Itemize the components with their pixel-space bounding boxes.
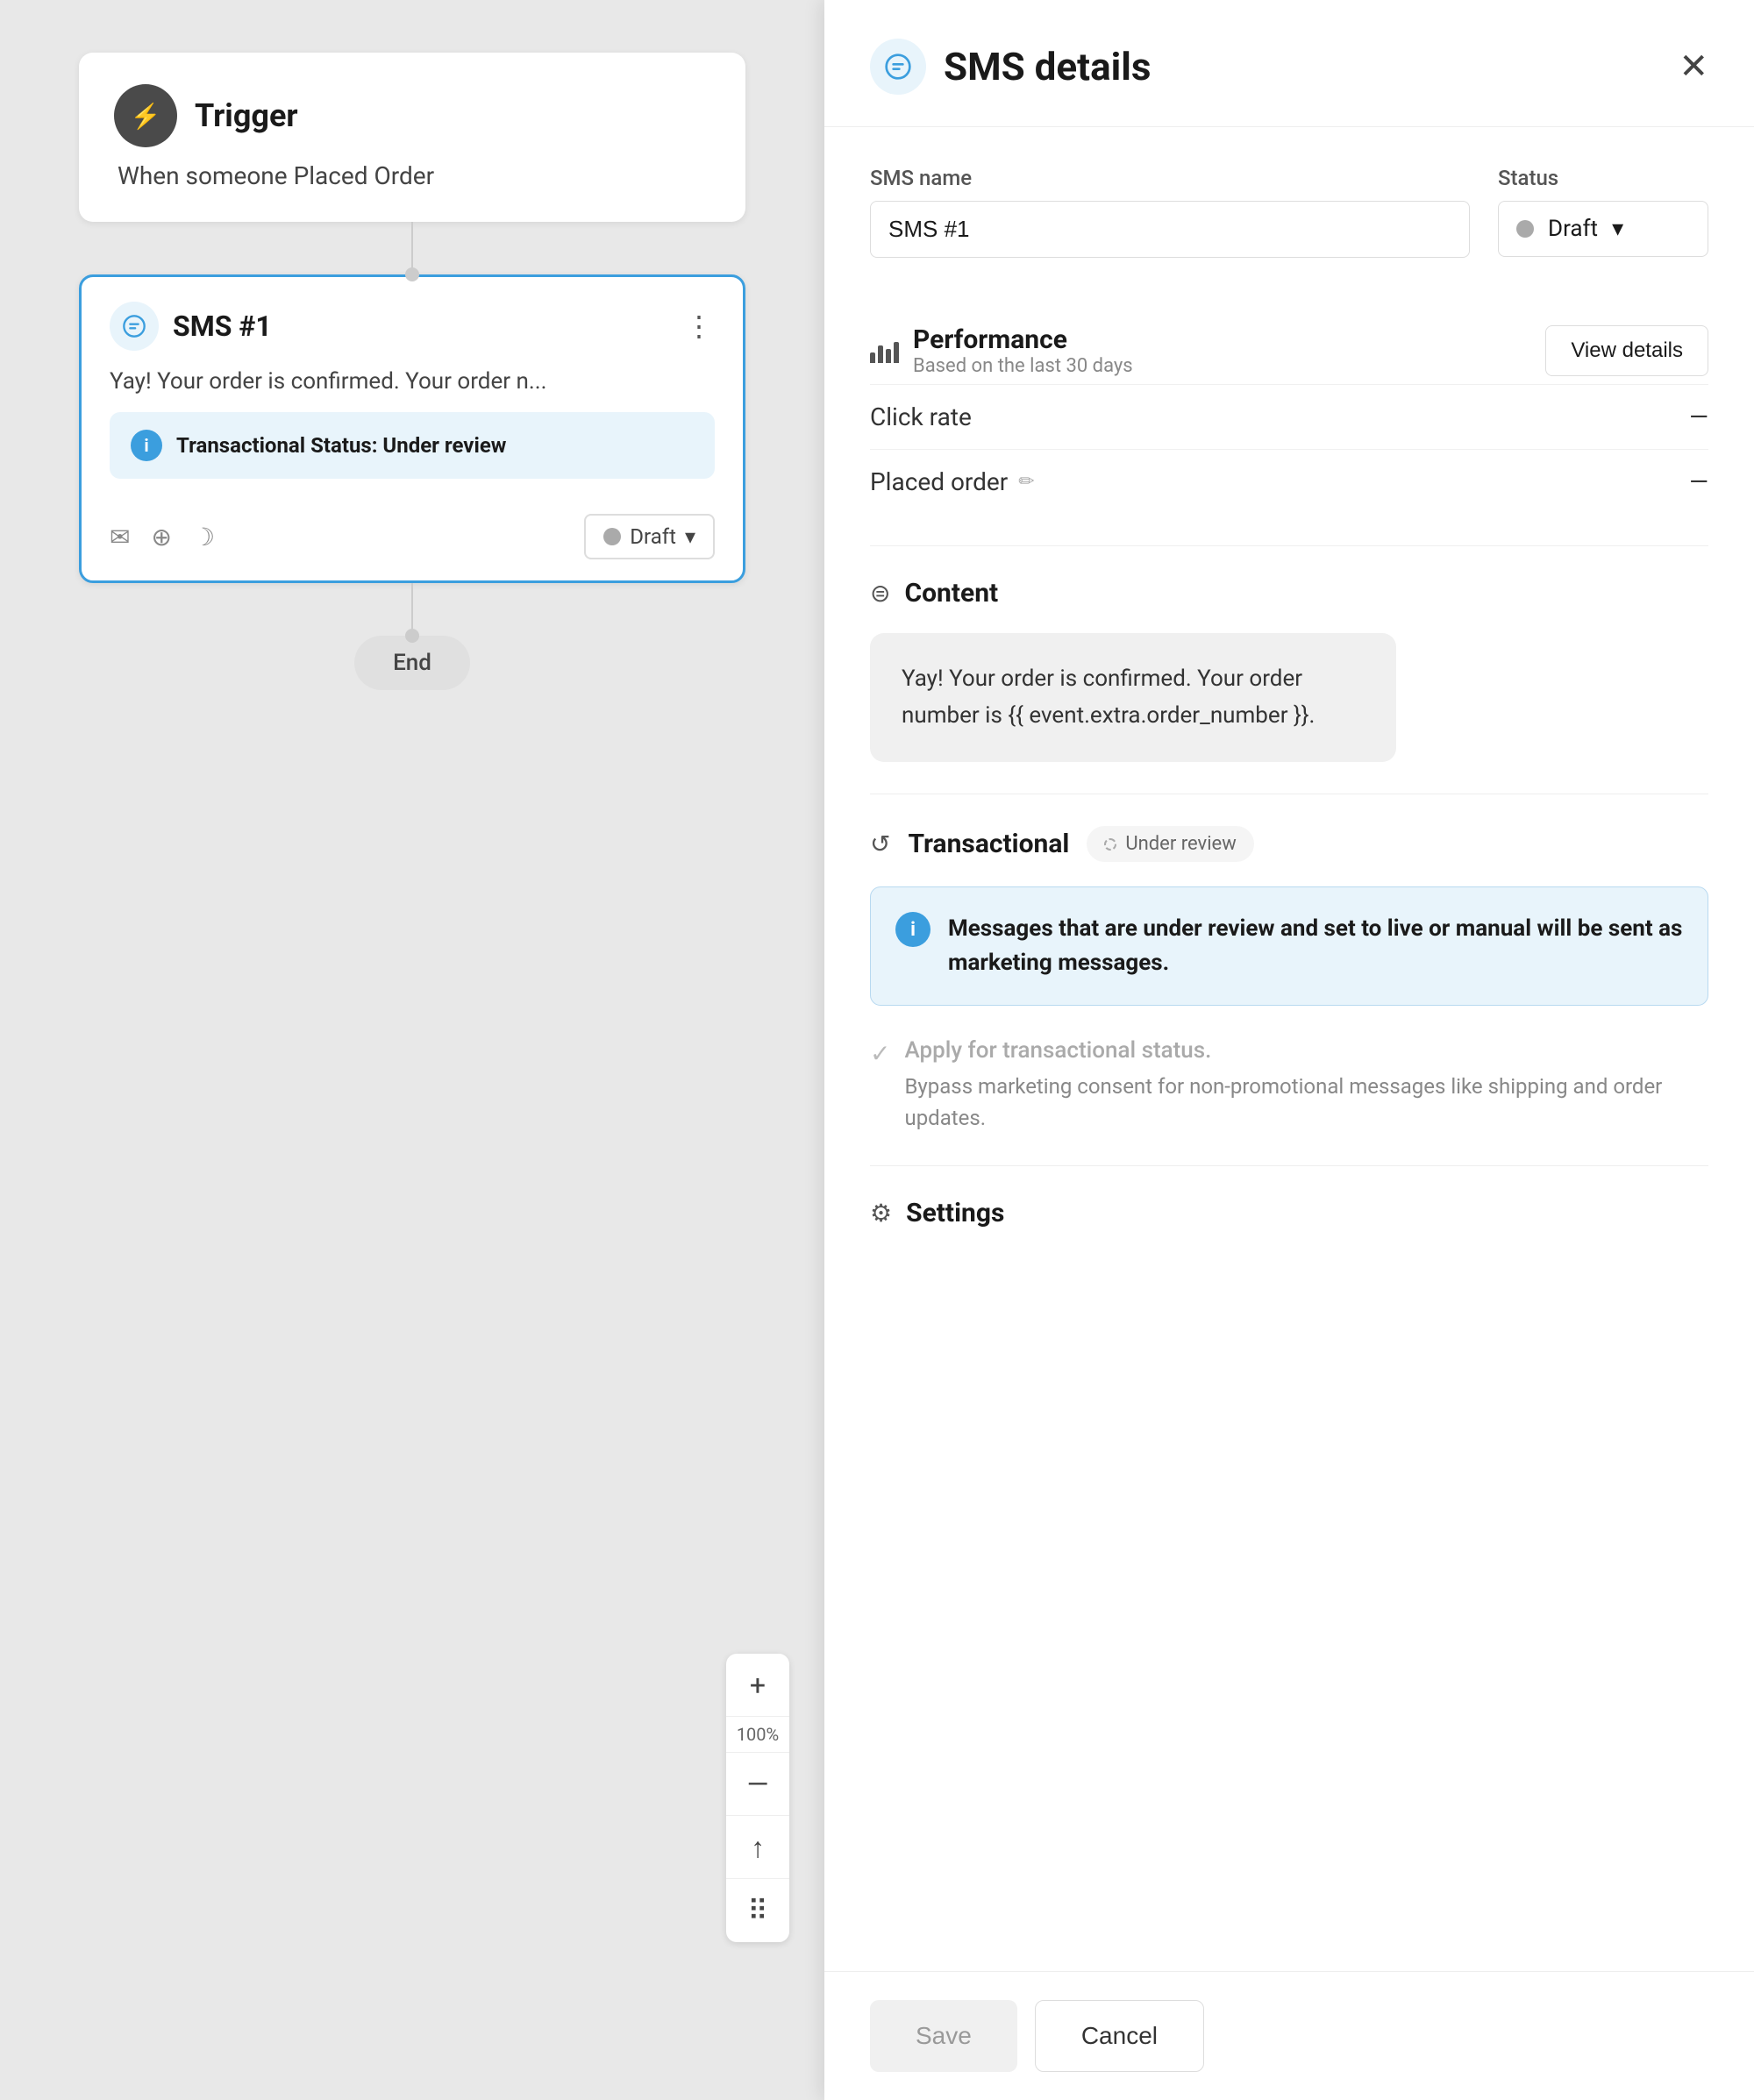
draft-label: Draft	[630, 524, 676, 549]
message-bubble: Yay! Your order is confirmed. Your order…	[870, 633, 1396, 762]
email-icon: ✉	[110, 523, 130, 552]
sms-node-name: SMS #1	[173, 310, 272, 343]
sms-node-icon	[110, 302, 159, 351]
sms-name-label: SMS name	[870, 166, 1470, 190]
settings-title: Settings	[906, 1198, 1004, 1228]
chevron-down-icon: ▾	[685, 524, 695, 549]
gear-icon: ⚙	[870, 1199, 892, 1228]
close-button[interactable]: ✕	[1679, 49, 1708, 84]
apply-label: Apply for transactional status.	[904, 1037, 1708, 1064]
sms-preview: Yay! Your order is confirmed. Your order…	[82, 368, 743, 412]
grid-button[interactable]: ⠿	[726, 1879, 789, 1942]
performance-section: Performance Based on the last 30 days Vi…	[870, 293, 1708, 546]
panel-footer: Save Cancel	[824, 1971, 1754, 2100]
status-dot	[1516, 220, 1534, 238]
zoom-out-button[interactable]: —	[726, 1753, 789, 1816]
canvas-area: ⚡ Trigger When someone Placed Order SMS …	[0, 0, 824, 2100]
draft-select[interactable]: Draft ▾	[584, 514, 715, 559]
click-rate-label: Click rate	[870, 402, 972, 431]
content-title: Content	[904, 578, 998, 609]
content-icon: ⊜	[870, 579, 890, 608]
sms-name-group: SMS name	[870, 166, 1470, 258]
paperclip-icon: ⊕	[151, 523, 171, 552]
zoom-in-button[interactable]: +	[726, 1654, 789, 1717]
transactional-icon: ↺	[870, 829, 890, 858]
bar-chart-icon	[870, 338, 899, 363]
checkmark-icon: ✓	[870, 1039, 890, 1068]
placed-order-value: —	[1689, 467, 1708, 496]
trigger-node: ⚡ Trigger When someone Placed Order	[79, 53, 745, 222]
zoom-level: 100%	[726, 1717, 789, 1753]
under-review-badge: Under review	[1087, 826, 1253, 862]
end-node: End	[354, 636, 470, 690]
trigger-title: Trigger	[195, 97, 298, 134]
info-banner-icon: i	[895, 912, 930, 947]
panel-sms-icon	[870, 39, 926, 95]
connector-1	[411, 222, 413, 274]
click-rate-value: —	[1689, 402, 1708, 431]
sms-node[interactable]: SMS #1 ⋮ Yay! Your order is confirmed. Y…	[79, 274, 745, 583]
panel-header: SMS details ✕	[824, 0, 1754, 127]
status-value: Draft	[1548, 216, 1598, 242]
apply-row: ✓ Apply for transactional status. Bypass…	[870, 1030, 1708, 1134]
transactional-section: ↺ Transactional Under review i Messages …	[870, 794, 1708, 1166]
info-banner-text: Messages that are under review and set t…	[948, 912, 1683, 980]
zoom-controls: + 100% — ↑ ⠿	[726, 1654, 789, 1942]
placed-order-row: Placed order ✏ —	[870, 449, 1708, 514]
connector-2	[411, 583, 413, 636]
trigger-icon: ⚡	[114, 84, 177, 147]
placed-order-label: Placed order ✏	[870, 467, 1035, 496]
transactional-status-badge: i Transactional Status: Under review	[110, 412, 715, 479]
pencil-icon: ✏	[1018, 471, 1034, 493]
fit-view-button[interactable]: ↑	[726, 1816, 789, 1879]
settings-section: ⚙ Settings	[870, 1166, 1708, 1260]
view-details-button[interactable]: View details	[1545, 325, 1708, 376]
moon-icon: ☽	[193, 523, 215, 552]
sms-details-panel: SMS details ✕ SMS name Status Draft ▾	[824, 0, 1754, 2100]
apply-description: Bypass marketing consent for non-promoti…	[904, 1071, 1708, 1134]
panel-body: SMS name Status Draft ▾	[824, 127, 1754, 1971]
form-row: SMS name Status Draft ▾	[870, 127, 1708, 293]
info-banner: i Messages that are under review and set…	[870, 886, 1708, 1006]
status-group: Status Draft ▾	[1498, 166, 1708, 258]
sms-node-menu[interactable]: ⋮	[685, 310, 715, 343]
performance-subtitle: Based on the last 30 days	[913, 355, 1133, 377]
performance-title: Performance	[913, 324, 1133, 355]
cancel-button[interactable]: Cancel	[1035, 2000, 1204, 2072]
draft-dot	[603, 528, 621, 545]
status-label: Status	[1498, 166, 1708, 190]
transactional-status-text: Transactional Status: Under review	[176, 433, 506, 458]
status-chevron-icon: ▾	[1612, 216, 1623, 242]
review-dot-icon	[1104, 838, 1116, 851]
panel-title: SMS details	[944, 44, 1152, 89]
transactional-title: Transactional	[908, 829, 1069, 859]
content-section: ⊜ Content Yay! Your order is confirmed. …	[870, 546, 1708, 794]
footer-icons: ✉ ⊕ ☽	[110, 523, 215, 552]
sms-name-input[interactable]	[870, 201, 1470, 258]
save-button[interactable]: Save	[870, 2000, 1017, 2072]
click-rate-row: Click rate —	[870, 384, 1708, 449]
status-select[interactable]: Draft ▾	[1498, 201, 1708, 257]
trigger-subtitle: When someone Placed Order	[114, 161, 710, 190]
info-icon: i	[131, 430, 162, 461]
under-review-label: Under review	[1125, 833, 1236, 855]
